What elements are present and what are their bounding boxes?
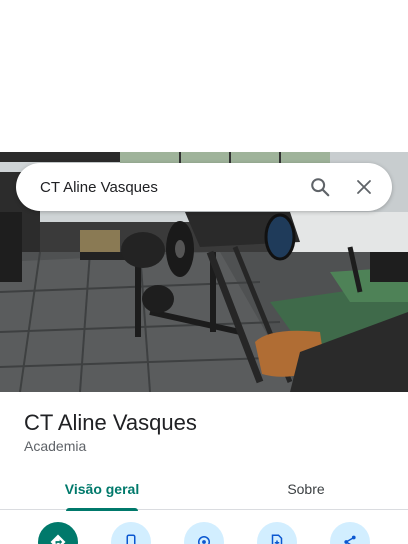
location-icon xyxy=(198,536,210,544)
save-icon xyxy=(271,534,283,544)
save-button[interactable] xyxy=(257,522,297,544)
directions-button[interactable] xyxy=(38,522,78,544)
nearby-button[interactable] xyxy=(184,522,224,544)
place-category: Academia xyxy=(24,438,87,454)
directions-icon xyxy=(50,534,66,544)
share-button[interactable] xyxy=(330,522,370,544)
tab-about-label: Sobre xyxy=(287,481,325,497)
clear-search-button[interactable] xyxy=(344,167,384,207)
search-bar[interactable]: CT Aline Vasques xyxy=(16,163,392,211)
place-title: CT Aline Vasques xyxy=(24,410,197,435)
place-tabs: Visão geral Sobre xyxy=(0,468,408,511)
tab-overview[interactable]: Visão geral xyxy=(0,468,204,511)
share-icon xyxy=(344,535,356,544)
phone-icon xyxy=(126,534,136,544)
active-tab-indicator xyxy=(66,508,138,511)
close-icon xyxy=(357,180,371,194)
search-query[interactable]: CT Aline Vasques xyxy=(40,179,300,196)
place-details-page: CT Aline Vasques CT Aline Vasques Academ… xyxy=(0,0,408,544)
tab-overview-label: Visão geral xyxy=(64,481,140,497)
call-button[interactable] xyxy=(111,522,151,544)
search-icon xyxy=(311,178,330,197)
search-button[interactable] xyxy=(300,167,340,207)
action-buttons-row xyxy=(0,522,408,544)
tab-about[interactable]: Sobre xyxy=(204,468,408,510)
